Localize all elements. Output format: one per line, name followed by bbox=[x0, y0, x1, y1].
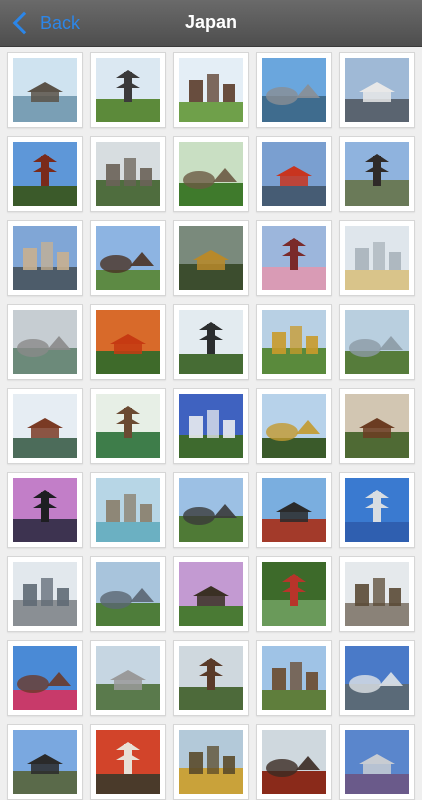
photo-thumbnail[interactable] bbox=[173, 472, 249, 548]
photo-thumbnail[interactable] bbox=[7, 724, 83, 800]
city-river-photo bbox=[262, 58, 326, 122]
phoenix-hall-photo bbox=[13, 394, 77, 458]
harbor-view-photo bbox=[13, 310, 77, 374]
photo-thumbnail[interactable] bbox=[339, 388, 415, 464]
train-city-photo bbox=[345, 58, 409, 122]
autumn-maple-photo bbox=[96, 310, 160, 374]
photo-thumbnail[interactable] bbox=[7, 220, 83, 296]
photo-thumbnail[interactable] bbox=[339, 472, 415, 548]
red-shrine-photo bbox=[262, 730, 326, 794]
mountain-teahouse-photo bbox=[179, 562, 243, 626]
photo-thumbnail[interactable] bbox=[7, 388, 83, 464]
photo-thumbnail[interactable] bbox=[90, 640, 166, 716]
photo-thumbnail[interactable] bbox=[7, 52, 83, 128]
photo-thumbnail[interactable] bbox=[256, 220, 332, 296]
photo-thumbnail[interactable] bbox=[256, 136, 332, 212]
castle-tower-photo bbox=[13, 730, 77, 794]
station-street-photo bbox=[345, 562, 409, 626]
pagoda-garden-photo bbox=[179, 310, 243, 374]
photo-thumbnail[interactable] bbox=[256, 556, 332, 632]
photo-thumbnail[interactable] bbox=[90, 52, 166, 128]
thatched-house-photo bbox=[262, 646, 326, 710]
photo-thumbnail[interactable] bbox=[173, 556, 249, 632]
photo-thumbnail[interactable] bbox=[173, 388, 249, 464]
photo-thumbnail[interactable] bbox=[90, 220, 166, 296]
blue-tower-photo bbox=[345, 730, 409, 794]
modern-building-photo bbox=[345, 226, 409, 290]
pond-temple-photo bbox=[96, 394, 160, 458]
photo-thumbnail[interactable] bbox=[256, 724, 332, 800]
temple-lawn-photo bbox=[179, 58, 243, 122]
photo-thumbnail[interactable] bbox=[339, 136, 415, 212]
photo-thumbnail[interactable] bbox=[173, 724, 249, 800]
white-castle-photo bbox=[179, 394, 243, 458]
maple-roof-photo bbox=[96, 730, 160, 794]
palace-park-photo bbox=[96, 562, 160, 626]
photo-thumbnail[interactable] bbox=[90, 388, 166, 464]
moss-garden-photo bbox=[345, 310, 409, 374]
pavilion-bridge-photo bbox=[96, 226, 160, 290]
photo-thumbnail[interactable] bbox=[256, 52, 332, 128]
fuji-pagoda-photo bbox=[262, 226, 326, 290]
photo-thumbnail[interactable] bbox=[339, 556, 415, 632]
photo-thumbnail[interactable] bbox=[173, 136, 249, 212]
castle-blossom-photo bbox=[345, 142, 409, 206]
photo-thumbnail[interactable] bbox=[90, 556, 166, 632]
pagoda-flowers-photo bbox=[13, 646, 77, 710]
gold-roof-photo bbox=[179, 730, 243, 794]
castle-bridge-photo bbox=[262, 478, 326, 542]
shrine-mountain-photo bbox=[96, 142, 160, 206]
photo-thumbnail[interactable] bbox=[339, 640, 415, 716]
photo-thumbnail[interactable] bbox=[339, 52, 415, 128]
photo-thumbnail[interactable] bbox=[7, 472, 83, 548]
skyline-photo bbox=[13, 562, 77, 626]
photo-thumbnail[interactable] bbox=[256, 472, 332, 548]
photo-thumbnail[interactable] bbox=[7, 304, 83, 380]
photo-grid bbox=[7, 52, 421, 800]
canal-city-photo bbox=[13, 226, 77, 290]
red-bridge-photo bbox=[262, 562, 326, 626]
pine-gold-temple-photo bbox=[262, 394, 326, 458]
spiral-tower-photo bbox=[345, 478, 409, 542]
photo-thumbnail[interactable] bbox=[7, 136, 83, 212]
photo-thumbnail[interactable] bbox=[173, 304, 249, 380]
photo-thumbnail[interactable] bbox=[90, 304, 166, 380]
photo-thumbnail[interactable] bbox=[256, 304, 332, 380]
photo-thumbnail[interactable] bbox=[256, 640, 332, 716]
garden-house-photo bbox=[179, 142, 243, 206]
wooden-stage-photo bbox=[345, 394, 409, 458]
night-castle-photo bbox=[13, 478, 77, 542]
stone-bridge-photo bbox=[96, 646, 160, 710]
torii-gate-photo bbox=[262, 142, 326, 206]
mountain-temple-photo bbox=[179, 646, 243, 710]
villa-garden-photo bbox=[96, 58, 160, 122]
twin-towers-photo bbox=[345, 646, 409, 710]
photo-thumbnail[interactable] bbox=[173, 52, 249, 128]
photo-thumbnail[interactable] bbox=[339, 724, 415, 800]
golden-pavilion-photo bbox=[262, 310, 326, 374]
navigation-bar: Back Japan bbox=[0, 0, 422, 47]
photo-thumbnail[interactable] bbox=[339, 304, 415, 380]
coast-rock-photo bbox=[13, 58, 77, 122]
photo-thumbnail[interactable] bbox=[90, 724, 166, 800]
photo-thumbnail[interactable] bbox=[173, 220, 249, 296]
castle-hill-photo bbox=[179, 478, 243, 542]
photo-thumbnail[interactable] bbox=[90, 472, 166, 548]
photo-thumbnail[interactable] bbox=[7, 640, 83, 716]
hot-spring-photo bbox=[96, 478, 160, 542]
photo-thumbnail[interactable] bbox=[90, 136, 166, 212]
photo-thumbnail[interactable] bbox=[7, 556, 83, 632]
page-title: Japan bbox=[184, 12, 238, 32]
photo-thumbnail[interactable] bbox=[173, 640, 249, 716]
reflection-temple-photo bbox=[179, 226, 243, 290]
photo-thumbnail[interactable] bbox=[339, 220, 415, 296]
pagoda-photo bbox=[13, 142, 77, 206]
photo-thumbnail[interactable] bbox=[256, 388, 332, 464]
